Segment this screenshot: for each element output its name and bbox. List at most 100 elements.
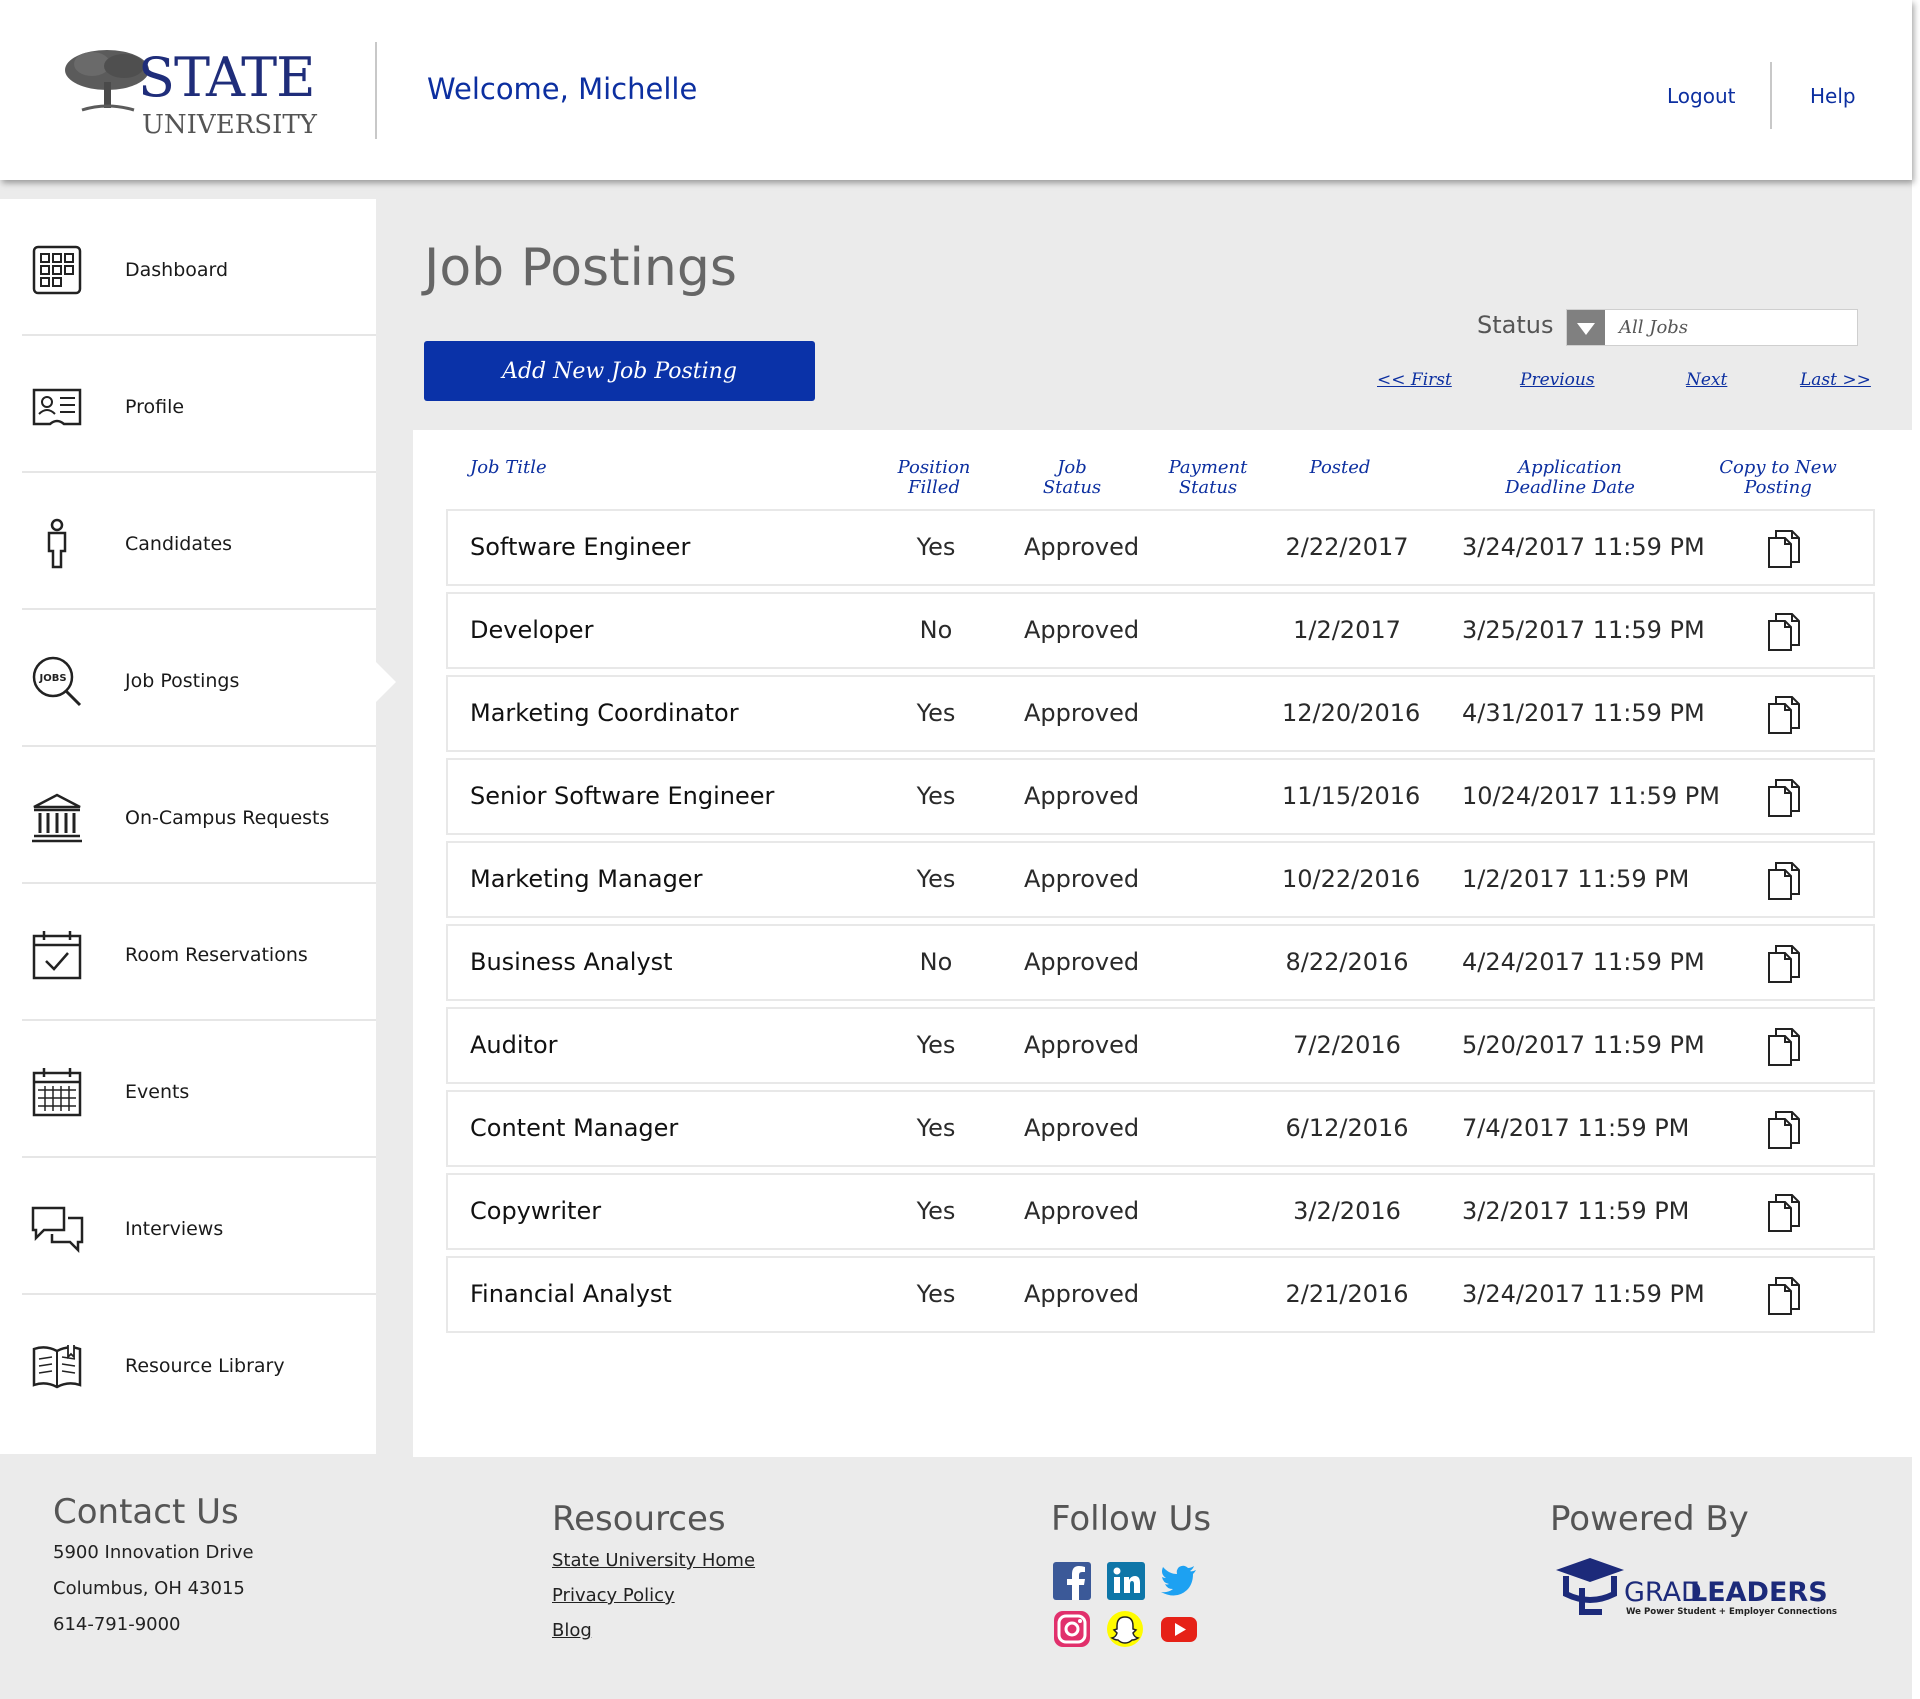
sidebar-item-label: Candidates	[125, 533, 233, 555]
job-status-cell: Approved	[1024, 1280, 1140, 1308]
footer-link-blog[interactable]: Blog	[552, 1620, 592, 1641]
status-filter-select[interactable]: All Jobs	[1566, 309, 1858, 346]
table-row[interactable]: Copywriter Yes Approved 3/2/2016 3/2/2017 11…	[446, 1173, 1875, 1250]
deadline-cell: 10/24/2017 11:59 PM	[1462, 782, 1720, 810]
job-title-cell[interactable]: Marketing Coordinator	[470, 699, 739, 727]
chevron-down-icon[interactable]	[1567, 310, 1605, 345]
logout-link[interactable]: Logout	[1667, 84, 1735, 108]
column-header-position-filled[interactable]: Position Filled	[882, 458, 986, 498]
state-university-logo[interactable]: STATE UNIVERSITY	[62, 44, 322, 144]
add-new-job-posting-button[interactable]: Add New Job Posting	[424, 341, 815, 401]
footer-contact-heading: Contact Us	[53, 1492, 239, 1532]
pager-last-link[interactable]: Last >>	[1800, 370, 1871, 390]
job-title-cell[interactable]: Auditor	[470, 1031, 558, 1059]
pager-previous-link[interactable]: Previous	[1520, 370, 1595, 390]
deadline-cell: 3/24/2017 11:59 PM	[1462, 1280, 1705, 1308]
position-filled-cell: Yes	[916, 699, 956, 727]
sidebar-item-label: On-Campus Requests	[125, 807, 330, 829]
facebook-icon[interactable]	[1053, 1562, 1091, 1600]
copy-document-icon[interactable]	[1766, 1027, 1802, 1067]
deadline-cell: 4/31/2017 11:59 PM	[1462, 699, 1705, 727]
sidebar-nav: Dashboard Profile Candidates JOBS Job Po…	[0, 199, 396, 1454]
header-divider	[1770, 62, 1772, 129]
footer-address-line2: Columbus, OH 43015	[53, 1578, 245, 1599]
sidebar-item-job-postings[interactable]: JOBS Job Postings	[22, 610, 396, 747]
copy-document-icon[interactable]	[1766, 529, 1802, 569]
svg-text:JOBS: JOBS	[38, 673, 66, 684]
copy-document-icon[interactable]	[1766, 1110, 1802, 1150]
column-header-job-status[interactable]: Job Status	[1022, 458, 1122, 498]
sidebar-item-candidates[interactable]: Candidates	[22, 473, 376, 610]
position-filled-cell: Yes	[916, 1197, 956, 1225]
job-title-cell[interactable]: Software Engineer	[470, 533, 690, 561]
job-status-cell: Approved	[1024, 616, 1140, 644]
job-title-cell[interactable]: Copywriter	[470, 1197, 601, 1225]
job-title-cell[interactable]: Developer	[470, 616, 593, 644]
snapchat-icon[interactable]	[1106, 1610, 1144, 1648]
sidebar-item-label: Events	[125, 1081, 190, 1103]
column-header-payment-status[interactable]: Payment Status	[1156, 458, 1260, 498]
posted-date-cell: 10/22/2016	[1282, 865, 1421, 893]
position-filled-cell: No	[919, 616, 953, 644]
column-header-job-title[interactable]: Job Title	[470, 458, 547, 478]
deadline-cell: 4/24/2017 11:59 PM	[1462, 948, 1705, 976]
copy-document-icon[interactable]	[1766, 861, 1802, 901]
linkedin-icon[interactable]	[1107, 1562, 1145, 1600]
gradleaders-logo[interactable]: GRAD LEADERS We Power Student + Employer…	[1552, 1552, 1842, 1622]
sidebar-item-events[interactable]: Events	[22, 1021, 376, 1158]
job-status-cell: Approved	[1024, 533, 1140, 561]
sidebar-item-resource-library[interactable]: Resource Library	[22, 1295, 376, 1432]
table-row[interactable]: Marketing Coordinator Yes Approved 12/20/20…	[446, 675, 1875, 752]
job-status-cell: Approved	[1024, 699, 1140, 727]
status-filter-value: All Jobs	[1619, 317, 1689, 338]
table-row[interactable]: Content Manager Yes Approved 6/12/2016 7/4/2…	[446, 1090, 1875, 1167]
column-header-deadline[interactable]: Application Deadline Date	[1480, 458, 1660, 498]
copy-document-icon[interactable]	[1766, 778, 1802, 818]
sidebar-item-interviews[interactable]: Interviews	[22, 1158, 376, 1295]
table-row[interactable]: Marketing Manager Yes Approved 10/22/2016 1/…	[446, 841, 1875, 918]
job-status-cell: Approved	[1024, 1114, 1140, 1142]
column-header-posted[interactable]: Posted	[1290, 458, 1390, 478]
svg-text:LEADERS: LEADERS	[1690, 1577, 1828, 1608]
job-title-cell[interactable]: Content Manager	[470, 1114, 678, 1142]
footer-resources-heading: Resources	[552, 1499, 726, 1539]
footer-link-state-university-home[interactable]: State University Home	[552, 1550, 755, 1571]
table-row[interactable]: Senior Software Engineer Yes Approved 11/15…	[446, 758, 1875, 835]
table-row[interactable]: Software Engineer Yes Approved 2/22/2017 3/2…	[446, 509, 1875, 586]
table-row[interactable]: Business Analyst No Approved 8/22/2016 4/24/…	[446, 924, 1875, 1001]
jobs-magnifier-icon: JOBS	[32, 656, 82, 707]
table-row[interactable]: Auditor Yes Approved 7/2/2016 5/20/2017 11:5…	[446, 1007, 1875, 1084]
youtube-icon[interactable]	[1160, 1610, 1198, 1648]
copy-document-icon[interactable]	[1766, 1276, 1802, 1316]
job-status-cell: Approved	[1024, 948, 1140, 976]
sidebar-item-profile[interactable]: Profile	[22, 336, 376, 473]
sidebar-item-dashboard[interactable]: Dashboard	[22, 199, 376, 336]
job-title-cell[interactable]: Financial Analyst	[470, 1280, 672, 1308]
sidebar-item-label: Job Postings	[125, 670, 240, 692]
instagram-icon[interactable]	[1053, 1610, 1091, 1648]
copy-document-icon[interactable]	[1766, 612, 1802, 652]
table-row[interactable]: Financial Analyst Yes Approved 2/21/2016 3/2…	[446, 1256, 1875, 1333]
posted-date-cell: 6/12/2016	[1285, 1114, 1409, 1142]
sidebar-item-label: Profile	[125, 396, 185, 418]
copy-document-icon[interactable]	[1766, 944, 1802, 984]
job-status-cell: Approved	[1024, 1197, 1140, 1225]
copy-document-icon[interactable]	[1766, 695, 1802, 735]
footer-address-line1: 5900 Innovation Drive	[53, 1542, 254, 1563]
pager-first-link[interactable]: << First	[1377, 370, 1452, 390]
twitter-icon[interactable]	[1160, 1562, 1198, 1600]
job-title-cell[interactable]: Marketing Manager	[470, 865, 702, 893]
pager-next-link[interactable]: Next	[1686, 370, 1727, 390]
footer-link-privacy-policy[interactable]: Privacy Policy	[552, 1585, 675, 1606]
position-filled-cell: Yes	[916, 1114, 956, 1142]
job-title-cell[interactable]: Business Analyst	[470, 948, 673, 976]
svg-text:We Power Student + Employer Co: We Power Student + Employer Connections	[1626, 1607, 1837, 1617]
sidebar-item-on-campus-requests[interactable]: On-Campus Requests	[22, 747, 376, 884]
copy-document-icon[interactable]	[1766, 1193, 1802, 1233]
help-link[interactable]: Help	[1810, 84, 1856, 108]
position-filled-cell: Yes	[916, 1280, 956, 1308]
table-row[interactable]: Developer No Approved 1/2/2017 3/25/2017 11:…	[446, 592, 1875, 669]
job-title-cell[interactable]: Senior Software Engineer	[470, 782, 774, 810]
sidebar-item-room-reservations[interactable]: Room Reservations	[22, 884, 376, 1021]
posted-date-cell: 8/22/2016	[1285, 948, 1409, 976]
